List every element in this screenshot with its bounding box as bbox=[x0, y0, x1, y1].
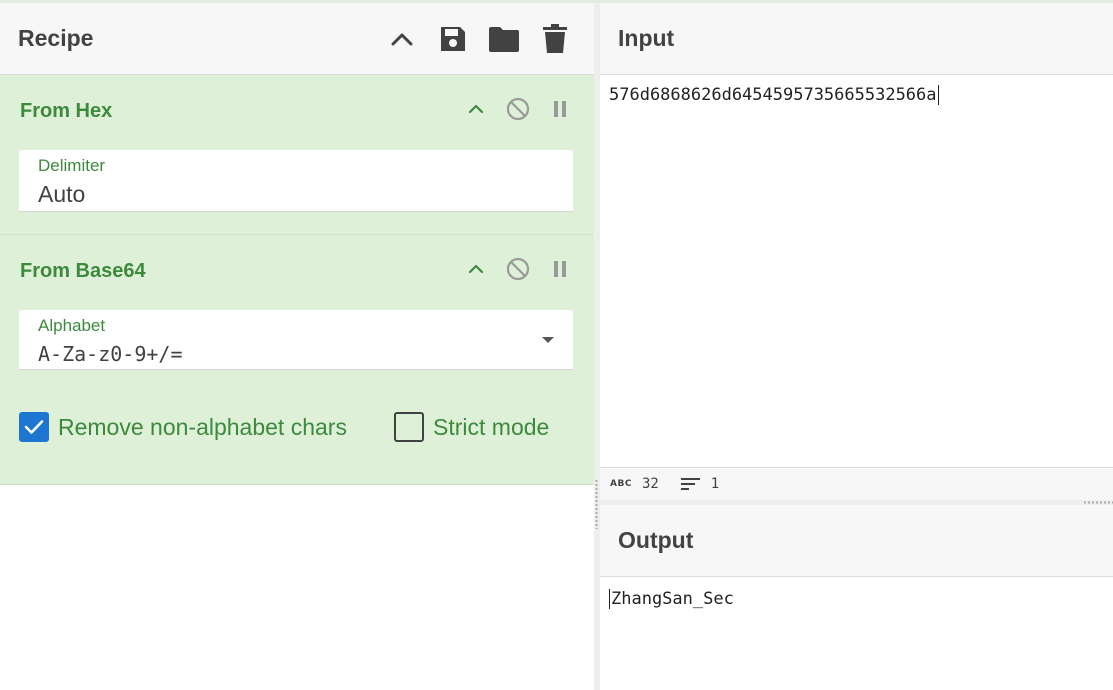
checkbox-label: Remove non-alphabet chars bbox=[58, 413, 347, 440]
input-pane: Input 576d6868626d6454595735665532566a A… bbox=[600, 3, 1113, 500]
input-header: Input bbox=[600, 3, 1113, 75]
input-text: 576d6868626d6454595735665532566a bbox=[609, 85, 937, 105]
folder-icon[interactable] bbox=[487, 22, 521, 56]
recipe-pane: Recipe From Hex Delimiter Auto From Base… bbox=[0, 3, 594, 690]
operation-from-base64: From Base64 Alphabet A-Za-z0-9+/= Remove… bbox=[0, 235, 594, 485]
operation-title: From Base64 bbox=[20, 260, 146, 282]
strict-mode-option[interactable]: Strict mode bbox=[394, 412, 549, 442]
output-title: Output bbox=[618, 527, 694, 553]
output-textarea[interactable]: ZhangSan_Sec bbox=[609, 589, 734, 609]
output-text: ZhangSan_Sec bbox=[611, 589, 734, 609]
splitter-handle[interactable] bbox=[595, 479, 598, 529]
input-title: Input bbox=[618, 25, 675, 51]
operation-title: From Hex bbox=[20, 100, 113, 122]
chevron-up-icon[interactable] bbox=[385, 22, 419, 56]
output-pane: Output ZhangSan_Sec bbox=[600, 505, 1113, 690]
lines-icon bbox=[680, 477, 701, 491]
splitter-handle[interactable] bbox=[1083, 501, 1113, 504]
disable-icon[interactable] bbox=[504, 255, 532, 283]
alphabet-select[interactable]: Alphabet A-Za-z0-9+/= bbox=[19, 310, 573, 370]
abc-icon: ABC bbox=[610, 479, 632, 489]
delimiter-field[interactable]: Delimiter Auto bbox=[19, 150, 573, 212]
input-status-bar: ABC 32 1 bbox=[600, 467, 1113, 500]
checkbox-label: Strict mode bbox=[433, 413, 550, 440]
output-header: Output bbox=[600, 505, 1113, 577]
field-value: A-Za-z0-9+/= bbox=[38, 342, 183, 366]
text-cursor bbox=[609, 589, 610, 609]
recipe-header: Recipe bbox=[0, 3, 594, 75]
chevron-up-icon[interactable] bbox=[462, 95, 490, 123]
length-stat: ABC 32 bbox=[610, 476, 659, 492]
lines-value: 1 bbox=[710, 476, 720, 492]
chevron-up-icon[interactable] bbox=[462, 255, 490, 283]
pause-icon[interactable] bbox=[546, 255, 574, 283]
strict-mode-checkbox[interactable] bbox=[394, 412, 424, 442]
pause-icon[interactable] bbox=[546, 95, 574, 123]
recipe-title: Recipe bbox=[18, 25, 94, 51]
operation-from-hex: From Hex Delimiter Auto bbox=[0, 75, 594, 235]
disable-icon[interactable] bbox=[504, 95, 532, 123]
field-label: Delimiter bbox=[38, 156, 106, 175]
text-cursor bbox=[937, 85, 939, 105]
field-value: Auto bbox=[38, 181, 86, 207]
lines-stat: 1 bbox=[680, 476, 720, 492]
operation-controls bbox=[462, 95, 574, 123]
remove-non-alphabet-checkbox[interactable] bbox=[19, 412, 49, 442]
trash-icon[interactable] bbox=[538, 22, 572, 56]
field-label: Alphabet bbox=[38, 316, 106, 335]
input-textarea[interactable]: 576d6868626d6454595735665532566a bbox=[609, 85, 939, 105]
save-icon[interactable] bbox=[436, 22, 470, 56]
remove-non-alphabet-option[interactable]: Remove non-alphabet chars bbox=[19, 412, 347, 442]
length-value: 32 bbox=[641, 476, 659, 492]
recipe-header-icons bbox=[385, 22, 572, 56]
operation-controls bbox=[462, 255, 574, 283]
dropdown-arrow-icon[interactable] bbox=[542, 337, 554, 343]
